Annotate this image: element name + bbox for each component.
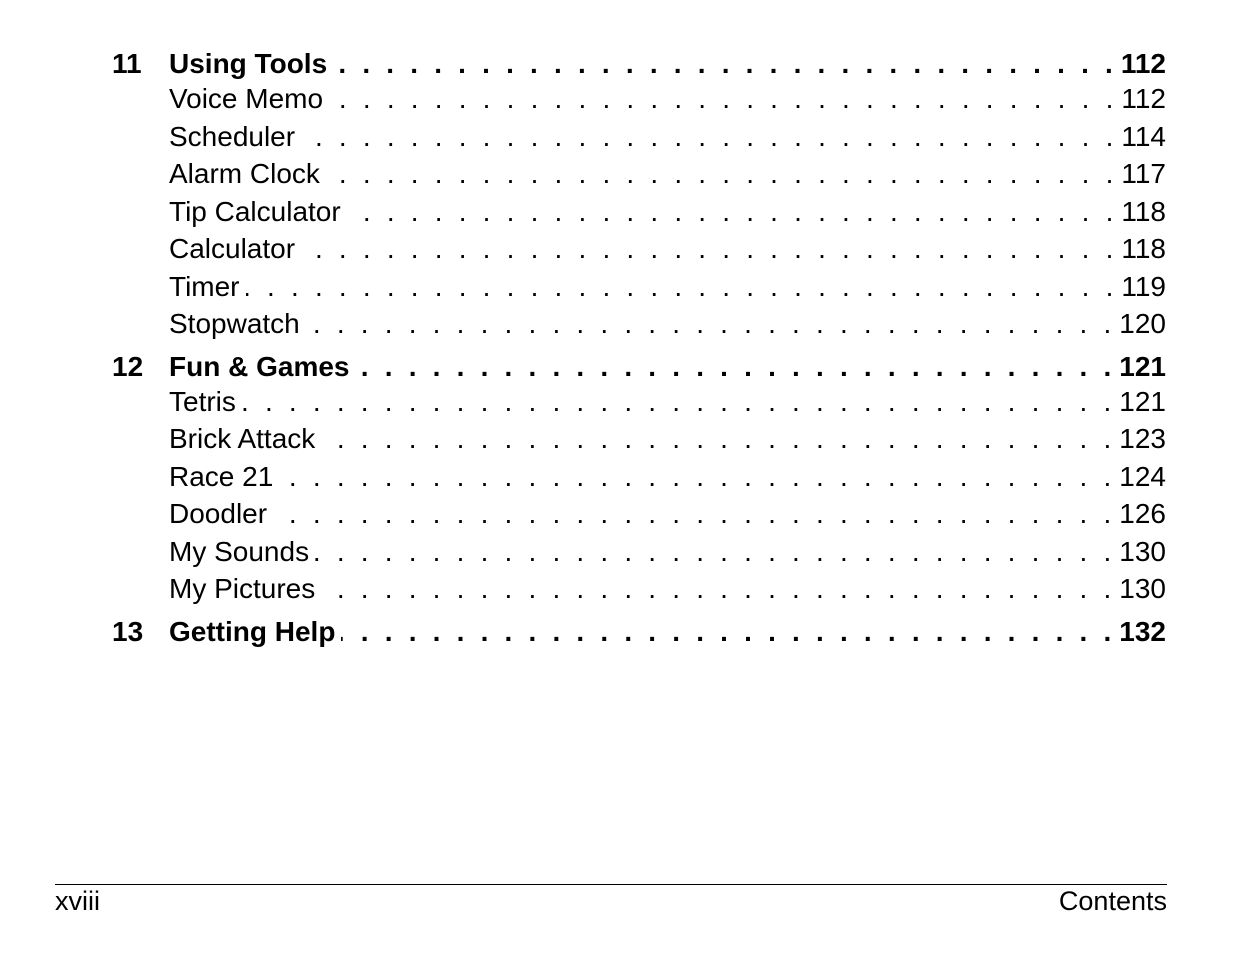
- toc-section-row[interactable]: My Sounds 130: [112, 533, 1166, 571]
- section-title: Alarm Clock: [169, 158, 320, 189]
- section-title: My Pictures: [169, 573, 316, 604]
- toc-section-row[interactable]: Brick Attack 123: [112, 420, 1166, 458]
- section-page: 119: [1121, 270, 1166, 302]
- toc-section-row[interactable]: Stopwatch 120: [112, 305, 1166, 343]
- section-page: 123: [1119, 423, 1166, 454]
- toc-section-row[interactable]: Doodler 126: [112, 495, 1166, 533]
- toc-section-row[interactable]: Scheduler 114: [112, 118, 1166, 156]
- section-page: 114: [1121, 120, 1166, 152]
- dot-leader: [329, 80, 1113, 118]
- section-page: 118: [1121, 195, 1166, 227]
- dot-leader: [321, 420, 1111, 458]
- chapter-number: 12: [112, 350, 144, 382]
- dot-leader: [341, 616, 1111, 648]
- section-title: Tip Calculator: [169, 195, 341, 227]
- chapter-number: 11: [112, 48, 142, 79]
- section-title: Brick Attack: [169, 423, 316, 454]
- section-page: 120: [1119, 308, 1166, 339]
- toc-section-row[interactable]: Calculator 118: [112, 230, 1166, 268]
- section-page: 117: [1121, 158, 1166, 189]
- toc-chapter-row[interactable]: 11 Using Tools 112: [112, 48, 1166, 80]
- dot-leader: [242, 383, 1111, 421]
- chapter-title: Fun & Games: [169, 350, 350, 382]
- chapter-number: 13: [112, 615, 144, 647]
- section-title: Voice Memo: [169, 83, 324, 114]
- section-title: Race 21: [169, 460, 274, 492]
- section-title: Doodler: [169, 498, 268, 529]
- section-page: 126: [1119, 498, 1166, 529]
- footer-divider: [55, 884, 1167, 885]
- section-title: Stopwatch: [169, 308, 300, 339]
- dot-leader: [306, 305, 1112, 343]
- chapter-page: 132: [1119, 615, 1166, 647]
- section-title: My Sounds: [169, 535, 310, 567]
- footer-page-number: xviii: [55, 886, 100, 916]
- dot-leader: [326, 155, 1113, 193]
- dot-leader: [333, 48, 1113, 80]
- section-page: 130: [1119, 535, 1166, 567]
- toc-section-row[interactable]: Timer 119: [112, 268, 1166, 306]
- section-page: 118: [1121, 233, 1166, 264]
- dot-leader: [279, 458, 1111, 496]
- toc-chapter-row[interactable]: 13 Getting Help 132: [112, 616, 1166, 648]
- dot-leader: [347, 193, 1114, 231]
- section-title: Scheduler: [169, 120, 296, 152]
- toc-section-row[interactable]: Tetris 121: [112, 383, 1166, 421]
- toc-chapter-row[interactable]: 12 Fun & Games 121: [112, 351, 1166, 383]
- chapter-title: Using Tools: [169, 48, 328, 79]
- dot-leader: [321, 570, 1111, 608]
- dot-leader: [301, 118, 1113, 156]
- toc-section-row[interactable]: Race 21 124: [112, 458, 1166, 496]
- section-title: Calculator: [169, 233, 296, 264]
- toc-section-row[interactable]: Voice Memo 112: [112, 80, 1166, 118]
- section-page: 112: [1121, 83, 1166, 114]
- dot-leader: [301, 230, 1113, 268]
- section-page: 121: [1119, 385, 1166, 417]
- chapter-page: 112: [1120, 48, 1166, 79]
- table-of-contents: 11 Using Tools 112 Voice Memo 112 Schedu…: [112, 48, 1166, 648]
- dot-leader: [355, 351, 1111, 383]
- chapter-title: Getting Help: [169, 615, 336, 647]
- footer-section-name: Contents: [1058, 886, 1167, 916]
- chapter-page: 121: [1119, 350, 1166, 382]
- section-page: 124: [1119, 460, 1166, 492]
- section-title: Tetris: [169, 385, 236, 417]
- toc-section-row[interactable]: Alarm Clock 117: [112, 155, 1166, 193]
- section-page: 130: [1119, 573, 1166, 604]
- dot-leader: [246, 268, 1114, 306]
- dot-leader: [315, 533, 1111, 571]
- toc-section-row[interactable]: My Pictures 130: [112, 570, 1166, 608]
- section-title: Timer: [169, 270, 240, 302]
- dot-leader: [273, 495, 1111, 533]
- toc-section-row[interactable]: Tip Calculator 118: [112, 193, 1166, 231]
